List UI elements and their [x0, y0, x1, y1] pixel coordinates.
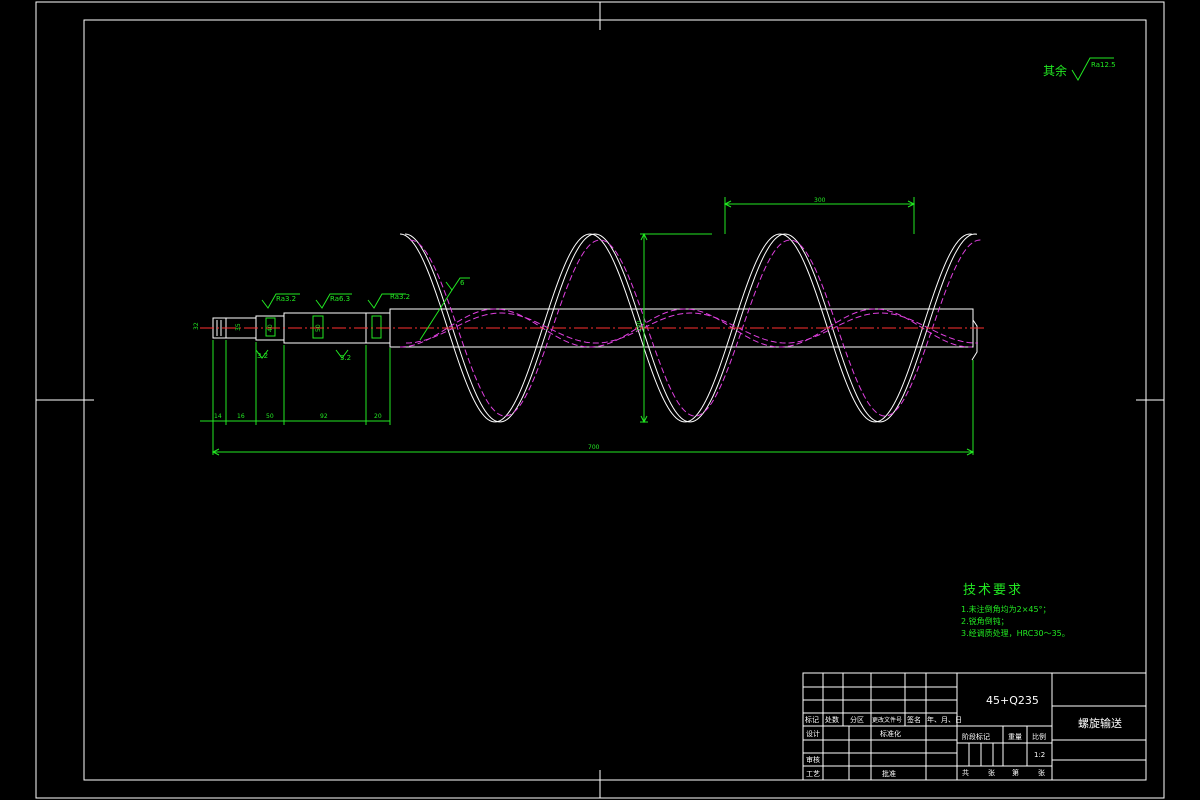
- part-name: 螺旋输送: [1078, 716, 1122, 730]
- chain-dim-1: 14: [214, 413, 222, 420]
- section-dim-1: 3.2: [257, 352, 268, 360]
- centering-marks: [36, 2, 1164, 798]
- header-label-mark: 标记: [805, 715, 819, 724]
- sheet-label-sheets: 张: [988, 768, 995, 777]
- sheet-outer-border: [35, 1, 1165, 799]
- technical-requirements: 技术要求 1.未注倒角均为2×45°； 2.锐角倒钝； 3.经调质处理，HRC3…: [961, 583, 1070, 638]
- tech-req-item-3: 3.经调质处理，HRC30～35。: [961, 628, 1070, 638]
- header-label-count: 处数: [825, 715, 839, 724]
- pitch-dim: 300: [814, 197, 826, 204]
- chain-dim-4: 92: [320, 413, 328, 420]
- surface-marks: [255, 277, 470, 359]
- shaft-dim-3: 40: [267, 324, 274, 332]
- chain-dim-3: 50: [266, 413, 274, 420]
- row-label-process: 工艺: [806, 770, 820, 778]
- surface-mark-3: Ra3.2: [390, 293, 410, 301]
- chain-dimension-lines: [200, 340, 975, 456]
- shaft-dim-2: 35: [235, 323, 242, 331]
- shaft-dim-1: 32: [193, 322, 200, 330]
- sheet-label-sheet: 张: [1038, 768, 1045, 777]
- shaft-dim-4: 50: [315, 324, 322, 332]
- sheet-label-total: 共: [962, 768, 969, 777]
- keyway-marks: [265, 315, 382, 339]
- overall-length-dim: 700: [588, 444, 600, 451]
- roughness-value: Ra12.5: [1091, 61, 1116, 69]
- scale-value: 1:2: [1034, 751, 1045, 759]
- surface-mark-4: 6: [460, 279, 465, 287]
- section-dim-2: 3.2: [340, 354, 351, 362]
- standardization-label: 标准化: [880, 729, 901, 738]
- row-label-design: 设计: [806, 729, 820, 738]
- sheet-label-no: 第: [1012, 768, 1019, 777]
- weight-label: 重量: [1008, 733, 1022, 741]
- chain-dim-2: 16: [237, 413, 245, 420]
- flight-diameter-dim: 290: [636, 320, 643, 332]
- surface-mark-2: Ra6.3: [330, 295, 350, 303]
- drawing-frame: [83, 19, 1147, 781]
- tech-req-item-1: 1.未注倒角均为2×45°；: [961, 604, 1051, 614]
- header-label-date: 年、月、日: [927, 715, 962, 724]
- surface-mark-1: Ra3.2: [276, 295, 296, 303]
- row-label-review: 审核: [806, 755, 820, 764]
- stage-label: 阶段标记: [962, 732, 990, 741]
- approve-label: 批准: [882, 769, 896, 778]
- cad-drawing-sheet: 其余 Ra12.5 Ra3.2 Ra6.3 Ra3.2 6 3.2 3.2 32…: [35, 1, 1165, 799]
- roughness-prefix: 其余: [1043, 63, 1067, 78]
- material-label: 45+Q235: [986, 694, 1039, 707]
- tech-req-title: 技术要求: [963, 583, 1023, 598]
- header-label-change-doc: 更改文件号: [872, 716, 902, 724]
- shaft-outline: [212, 308, 978, 361]
- scale-label: 比例: [1032, 732, 1046, 741]
- header-label-zone: 分区: [850, 715, 864, 724]
- chain-dim-5: 20: [374, 413, 382, 420]
- header-label-signature: 签名: [907, 715, 921, 724]
- tech-req-item-2: 2.锐角倒钝；: [961, 616, 1009, 626]
- roughness-note: 其余 Ra12.5: [1043, 57, 1116, 82]
